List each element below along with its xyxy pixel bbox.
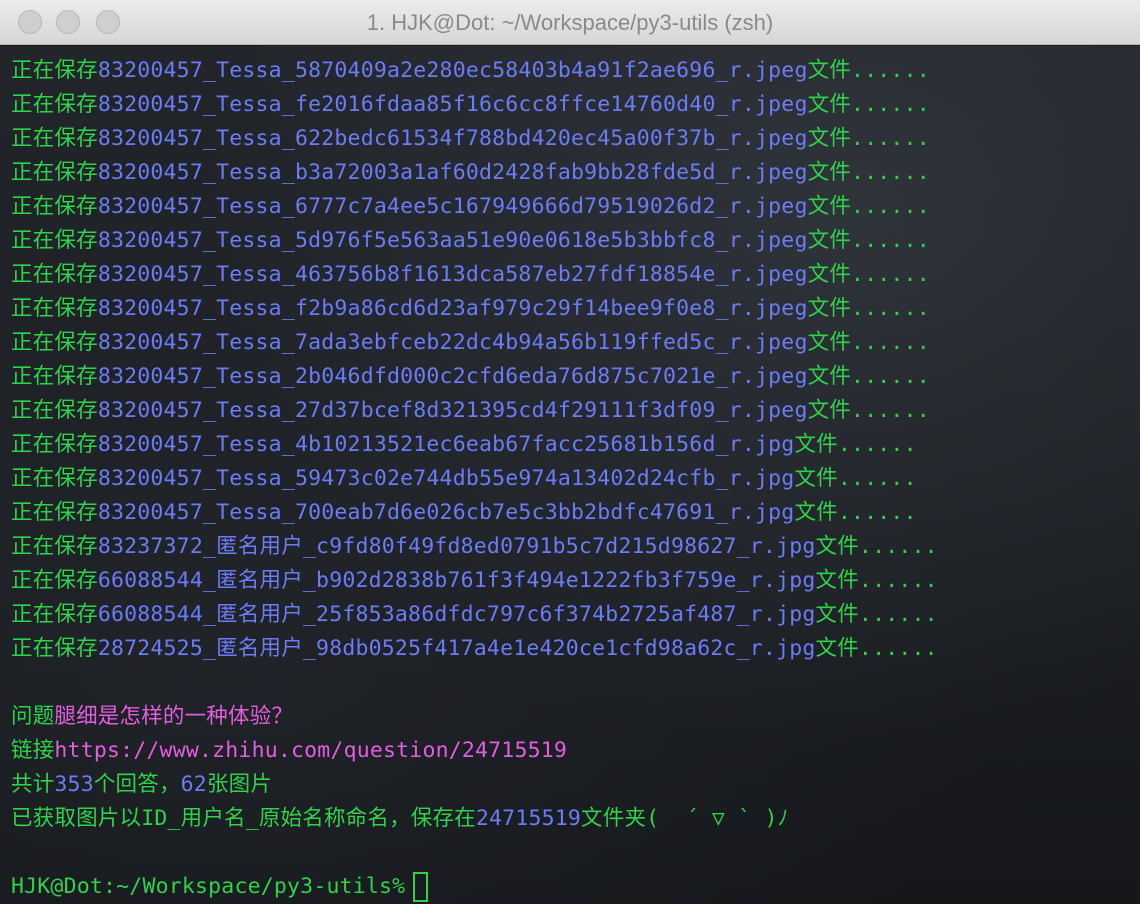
save-suffix: 文件...... — [794, 432, 917, 457]
save-line: 正在保存83200457_Tessa_27d37bcef8d321395cd4f… — [11, 394, 1140, 428]
save-suffix: 文件...... — [807, 364, 930, 389]
save-filename: 83200457_Tessa_622bedc61534f788bd420ec45… — [97, 126, 808, 151]
save-prefix: 正在保存 — [11, 262, 98, 287]
save-suffix: 文件...... — [807, 296, 930, 321]
save-prefix: 正在保存 — [11, 534, 98, 559]
images-unit: 张图片 — [206, 772, 273, 797]
save-line: 正在保存83200457_Tessa_6777c7a4ee5c167949666… — [11, 190, 1140, 224]
terminal-window: 1. HJK@Dot: ~/Workspace/py3-utils (zsh) … — [0, 0, 1140, 904]
save-lines-list: 正在保存83200457_Tessa_5870409a2e280ec58403b… — [11, 54, 1140, 666]
save-prefix: 正在保存 — [11, 466, 98, 491]
save-filename: 66088544_匿名用户_b902d2838b761f3f494e1222fb… — [97, 568, 816, 593]
folder-name: 24715519 — [475, 806, 582, 831]
save-prefix: 正在保存 — [11, 636, 98, 661]
save-suffix: 文件...... — [794, 466, 917, 491]
save-prefix: 正在保存 — [11, 160, 98, 185]
save-filename: 83200457_Tessa_2b046dfd000c2cfd6eda76d87… — [97, 364, 808, 389]
saved-line: 已获取图片以ID_用户名_原始名称命名，保存在24715519文件夹( ´ ▽ … — [11, 802, 1140, 836]
save-prefix: 正在保存 — [11, 398, 98, 423]
save-filename: 83200457_Tessa_b3a72003a1af60d2428fab9bb… — [97, 160, 808, 185]
save-suffix: 文件...... — [807, 126, 930, 151]
save-filename: 83200457_Tessa_59473c02e744db55e974a1340… — [97, 466, 795, 491]
save-suffix: 文件...... — [815, 534, 938, 559]
save-filename: 83200457_Tessa_5870409a2e280ec58403b4a91… — [97, 58, 808, 83]
save-prefix: 正在保存 — [11, 500, 98, 525]
save-suffix: 文件...... — [807, 262, 930, 287]
save-prefix: 正在保存 — [11, 228, 98, 253]
save-filename: 83200457_Tessa_5d976f5e563aa51e90e0618e5… — [97, 228, 808, 253]
save-prefix: 正在保存 — [11, 126, 98, 151]
save-prefix: 正在保存 — [11, 568, 98, 593]
save-prefix: 正在保存 — [11, 58, 98, 83]
total-line: 共计353个回答，62张图片 — [11, 768, 1140, 802]
save-line: 正在保存83200457_Tessa_7ada3ebfceb22dc4b94a5… — [11, 326, 1140, 360]
save-suffix: 文件...... — [807, 194, 930, 219]
saved-prefix: 已获取图片以ID_用户名_原始名称命名，保存在 — [11, 806, 476, 831]
save-filename: 83200457_Tessa_27d37bcef8d321395cd4f2911… — [97, 398, 808, 423]
total-label: 共计 — [11, 772, 55, 797]
save-prefix: 正在保存 — [11, 296, 98, 321]
save-filename: 83200457_Tessa_fe2016fdaa85f16c6cc8ffce1… — [97, 92, 808, 117]
save-prefix: 正在保存 — [11, 330, 98, 355]
save-line: 正在保存83237372_匿名用户_c9fd80f49fd8ed0791b5c7… — [11, 530, 1140, 564]
save-line: 正在保存83200457_Tessa_59473c02e744db55e974a… — [11, 462, 1140, 496]
save-line: 正在保存83200457_Tessa_5d976f5e563aa51e90e06… — [11, 224, 1140, 258]
save-line: 正在保存83200457_Tessa_622bedc61534f788bd420… — [11, 122, 1140, 156]
save-filename: 83200457_Tessa_6777c7a4ee5c167949666d795… — [97, 194, 808, 219]
answers-count: 353 — [54, 772, 94, 797]
save-suffix: 文件...... — [807, 398, 930, 423]
save-filename: 83200457_Tessa_f2b9a86cd6d23af979c29f14b… — [97, 296, 808, 321]
question-label: 问题 — [11, 704, 55, 729]
prompt-line[interactable]: HJK@Dot:~/Workspace/py3-utils% — [11, 870, 1140, 904]
save-filename: 28724525_匿名用户_98db0525f417a4e1e420ce1cfd… — [97, 636, 816, 661]
save-prefix: 正在保存 — [11, 194, 98, 219]
save-suffix: 文件...... — [815, 636, 938, 661]
answers-unit: 个回答， — [93, 772, 181, 797]
save-suffix: 文件...... — [807, 92, 930, 117]
save-suffix: 文件...... — [807, 330, 930, 355]
title-bar[interactable]: 1. HJK@Dot: ~/Workspace/py3-utils (zsh) — [0, 0, 1140, 45]
link-url[interactable]: https://www.zhihu.com/question/24715519 — [54, 738, 567, 763]
images-count: 62 — [180, 772, 207, 797]
save-prefix: 正在保存 — [11, 432, 98, 457]
save-prefix: 正在保存 — [11, 602, 98, 627]
save-suffix: 文件...... — [815, 602, 938, 627]
save-line: 正在保存83200457_Tessa_b3a72003a1af60d2428fa… — [11, 156, 1140, 190]
save-filename: 83200457_Tessa_4b10213521ec6eab67facc256… — [97, 432, 795, 457]
save-line: 正在保存66088544_匿名用户_25f853a86dfdc797c6f374… — [11, 598, 1140, 632]
save-prefix: 正在保存 — [11, 364, 98, 389]
save-line: 正在保存83200457_Tessa_700eab7d6e026cb7e5c3b… — [11, 496, 1140, 530]
link-label: 链接 — [11, 738, 55, 763]
terminal-content[interactable]: 正在保存83200457_Tessa_5870409a2e280ec58403b… — [0, 46, 1140, 904]
saved-suffix: 文件夹( ´ ▽ ` )ﾉ — [581, 806, 789, 831]
save-line: 正在保存83200457_Tessa_4b10213521ec6eab67fac… — [11, 428, 1140, 462]
question-text: 腿细是怎样的一种体验？ — [54, 704, 294, 729]
window-title: 1. HJK@Dot: ~/Workspace/py3-utils (zsh) — [366, 10, 774, 35]
save-filename: 83237372_匿名用户_c9fd80f49fd8ed0791b5c7d215… — [97, 534, 816, 559]
save-filename: 83200457_Tessa_7ada3ebfceb22dc4b94a56b11… — [97, 330, 808, 355]
link-line: 链接https://www.zhihu.com/question/2471551… — [11, 734, 1140, 768]
shell-prompt: HJK@Dot:~/Workspace/py3-utils% — [11, 874, 406, 899]
save-line: 正在保存83200457_Tessa_2b046dfd000c2cfd6eda7… — [11, 360, 1140, 394]
save-line: 正在保存66088544_匿名用户_b902d2838b761f3f494e12… — [11, 564, 1140, 598]
save-filename: 66088544_匿名用户_25f853a86dfdc797c6f374b272… — [97, 602, 816, 627]
save-suffix: 文件...... — [794, 500, 917, 525]
save-suffix: 文件...... — [807, 228, 930, 253]
save-suffix: 文件...... — [807, 58, 930, 83]
save-prefix: 正在保存 — [11, 92, 98, 117]
save-line: 正在保存28724525_匿名用户_98db0525f417a4e1e420ce… — [11, 632, 1140, 666]
save-line: 正在保存83200457_Tessa_fe2016fdaa85f16c6cc8f… — [11, 88, 1140, 122]
save-suffix: 文件...... — [815, 568, 938, 593]
save-line: 正在保存83200457_Tessa_463756b8f1613dca587eb… — [11, 258, 1140, 292]
save-filename: 83200457_Tessa_700eab7d6e026cb7e5c3bb2bd… — [97, 500, 795, 525]
save-line: 正在保存83200457_Tessa_f2b9a86cd6d23af979c29… — [11, 292, 1140, 326]
save-line: 正在保存83200457_Tessa_5870409a2e280ec58403b… — [11, 54, 1140, 88]
question-line: 问题腿细是怎样的一种体验？ — [11, 700, 1140, 734]
save-filename: 83200457_Tessa_463756b8f1613dca587eb27fd… — [97, 262, 808, 287]
text-cursor — [413, 872, 429, 902]
save-suffix: 文件...... — [807, 160, 930, 185]
